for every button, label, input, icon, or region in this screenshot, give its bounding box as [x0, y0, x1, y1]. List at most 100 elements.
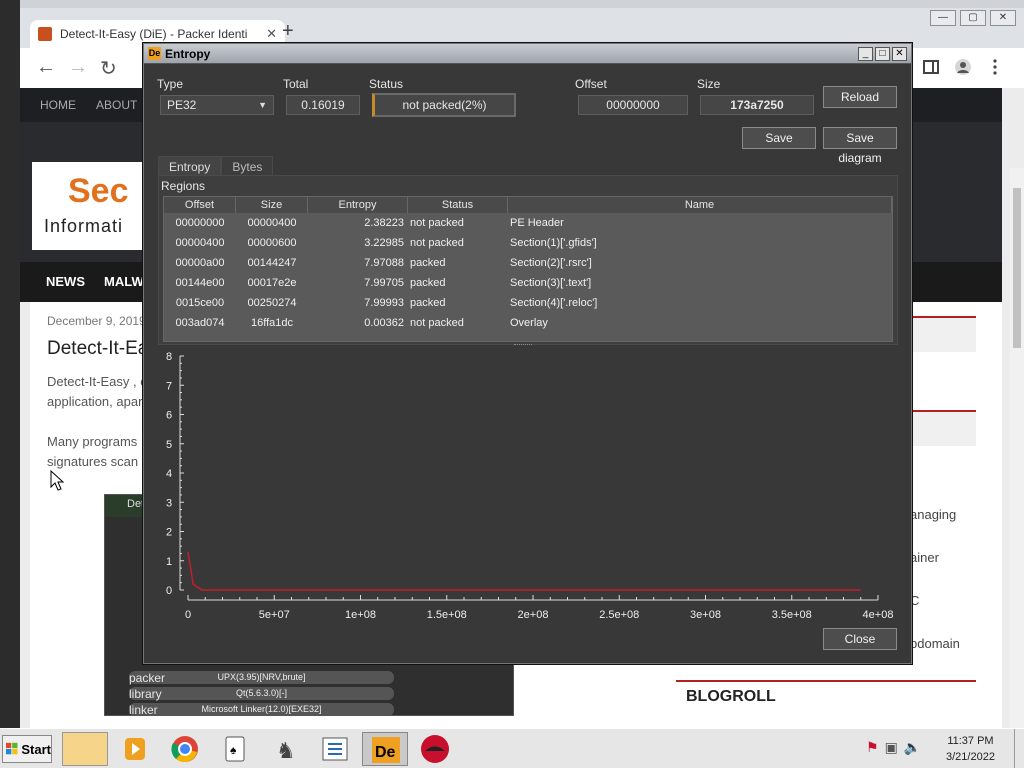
cell-name: PE Header — [510, 217, 564, 229]
y-tick-label: 3 — [166, 497, 172, 509]
volume-icon[interactable]: 🔈 — [904, 739, 921, 756]
x-tick-label: 3e+08 — [690, 609, 721, 621]
table-row[interactable]: 00000400 00000600 3.22985 not packed Sec… — [164, 233, 892, 253]
table-row[interactable]: 00144e00 00017e2e 7.99705 packed Section… — [164, 273, 892, 293]
table-header: Offset Size Entropy Status Name — [164, 197, 892, 213]
minimize-button[interactable]: _ — [858, 46, 873, 61]
x-tick-label: 2.5e+08 — [599, 609, 639, 621]
cell-name: Section(3)['.text'] — [510, 277, 592, 289]
media-player-taskbar-icon[interactable] — [112, 732, 158, 766]
x-tick-label: 4e+08 — [863, 609, 894, 621]
profile-icon[interactable] — [954, 58, 972, 76]
tab-entropy[interactable]: Entropy — [158, 156, 222, 177]
background-app-edge — [0, 0, 20, 728]
explorer-taskbar-icon[interactable] — [62, 732, 108, 766]
browser-scrollbar[interactable] — [1010, 168, 1024, 728]
nav-home-link[interactable]: HOME — [40, 98, 76, 112]
close-button[interactable]: Close — [823, 628, 897, 650]
forward-icon[interactable]: → — [68, 56, 88, 79]
table-row[interactable]: 00000a00 00144247 7.97088 packed Section… — [164, 253, 892, 273]
y-tick-label: 5 — [166, 439, 172, 451]
y-tick-label: 7 — [166, 380, 172, 392]
close-button[interactable]: ✕ — [990, 10, 1016, 26]
regions-panel: Regions Offset Size Entropy Status Name … — [158, 175, 898, 345]
detection-type: linker — [129, 702, 158, 717]
status-field[interactable]: not packed(2%) — [372, 93, 516, 117]
minimize-button[interactable]: — — [930, 10, 956, 26]
new-tab-button[interactable]: + — [282, 20, 294, 43]
table-row[interactable]: 00000000 00000400 2.38223 not packed PE … — [164, 213, 892, 233]
tab-bytes[interactable]: Bytes — [221, 156, 274, 177]
menu-news-link[interactable]: NEWS — [46, 274, 85, 289]
die-taskbar-icon[interactable]: De — [362, 732, 408, 766]
cell-offset: 0015ce00 — [175, 297, 225, 309]
detection-type: packer — [129, 670, 166, 685]
redhat-taskbar-icon[interactable] — [412, 732, 458, 766]
site-logo[interactable]: Sec Informati — [32, 162, 152, 250]
clock-time: 11:37 PM — [947, 735, 994, 747]
svg-text:♞: ♞ — [276, 738, 296, 763]
chrome-taskbar-icon[interactable] — [162, 732, 208, 766]
save-button[interactable]: Save — [742, 127, 816, 149]
y-tick-label: 2 — [166, 527, 172, 539]
column-header[interactable]: Status — [408, 197, 508, 213]
y-tick-label: 6 — [166, 410, 172, 422]
column-header[interactable]: Entropy — [308, 197, 408, 213]
column-header[interactable]: Size — [236, 197, 308, 213]
sidebar-text[interactable]: bdomain — [910, 636, 960, 651]
cell-size: 00144247 — [247, 257, 297, 269]
size-field[interactable]: 173a7250 — [700, 95, 814, 115]
column-header[interactable]: Name — [508, 197, 892, 213]
cell-size: 16ffa1dc — [250, 317, 293, 329]
article-title[interactable]: Detect-It-Eas — [47, 338, 158, 360]
total-field[interactable]: 0.16019 — [286, 95, 360, 115]
sidebar-text[interactable]: anaging — [910, 507, 956, 522]
solitaire-taskbar-icon[interactable]: ♠ — [212, 732, 258, 766]
reload-button[interactable]: Reload — [823, 86, 897, 108]
close-x-button[interactable]: ✕ — [892, 46, 907, 61]
offset-field[interactable]: 00000000 — [578, 95, 688, 115]
save-diagram-button[interactable]: Save diagram — [823, 127, 897, 165]
splitter-handle[interactable] — [514, 344, 532, 346]
x-tick-label: 5e+07 — [259, 609, 290, 621]
cell-size: 00000600 — [247, 237, 297, 249]
cell-offset: 003ad074 — [175, 317, 225, 329]
show-desktop-button[interactable] — [1014, 729, 1024, 768]
detection-row: linker Microsoft Linker(12.0)[EXE32] — [129, 702, 394, 717]
maximize-button[interactable]: □ — [875, 46, 890, 61]
entropy-chart: 0 1 2 3 4 5 6 7 8 0 5e+07 1e+08 1.5e+08 2e+08 2.5e+08 3… — [166, 351, 894, 621]
cell-offset: 00144e00 — [175, 277, 225, 289]
table-row[interactable]: 0015ce00 00250274 7.99993 packed Section… — [164, 293, 892, 313]
back-icon[interactable]: ← — [36, 56, 56, 79]
x-tick-label: 2e+08 — [518, 609, 549, 621]
chess-taskbar-icon[interactable]: ♞ — [262, 732, 308, 766]
column-header[interactable]: Offset — [164, 197, 236, 213]
clock-date: 3/21/2022 — [946, 751, 995, 763]
size-label: Size — [697, 77, 721, 91]
cell-entropy: 7.97088 — [364, 257, 404, 269]
cell-entropy: 7.99705 — [364, 277, 404, 289]
nav-about-link[interactable]: ABOUT — [96, 98, 137, 112]
sidepanel-icon[interactable] — [922, 58, 940, 76]
article-date: December 9, 2019 — [47, 314, 146, 328]
reload-icon[interactable]: ↻ — [100, 56, 117, 81]
sidebar-text[interactable]: ainer — [910, 550, 939, 565]
menu-kebab-icon[interactable] — [986, 58, 1004, 76]
cell-status: packed — [410, 277, 446, 289]
tasklist-taskbar-icon[interactable] — [312, 732, 358, 766]
start-button[interactable]: Start — [2, 735, 52, 763]
article-text: Many programs — [47, 434, 138, 449]
network-icon[interactable]: ▣ — [885, 739, 898, 756]
security-flag-icon[interactable]: ⚑ — [866, 739, 879, 756]
type-select[interactable]: PE32 ▼ — [160, 95, 274, 115]
browser-tab-title: Detect-It-Easy (DiE) - Packer Identi — [60, 27, 248, 41]
logo-text-info: Informati — [44, 216, 124, 236]
maximize-button[interactable]: ▢ — [960, 10, 986, 26]
cell-entropy: 2.38223 — [364, 217, 404, 229]
cell-status: not packed — [410, 237, 464, 249]
clock[interactable]: 11:37 PM 3/21/2022 — [946, 733, 995, 765]
cell-entropy: 3.22985 — [364, 237, 404, 249]
entropy-titlebar[interactable]: De Entropy _ □ ✕ — [144, 44, 911, 64]
table-row[interactable]: 003ad074 16ffa1dc 0.00362 not packed Ove… — [164, 313, 892, 333]
tab-close-icon[interactable]: ✕ — [266, 26, 277, 42]
